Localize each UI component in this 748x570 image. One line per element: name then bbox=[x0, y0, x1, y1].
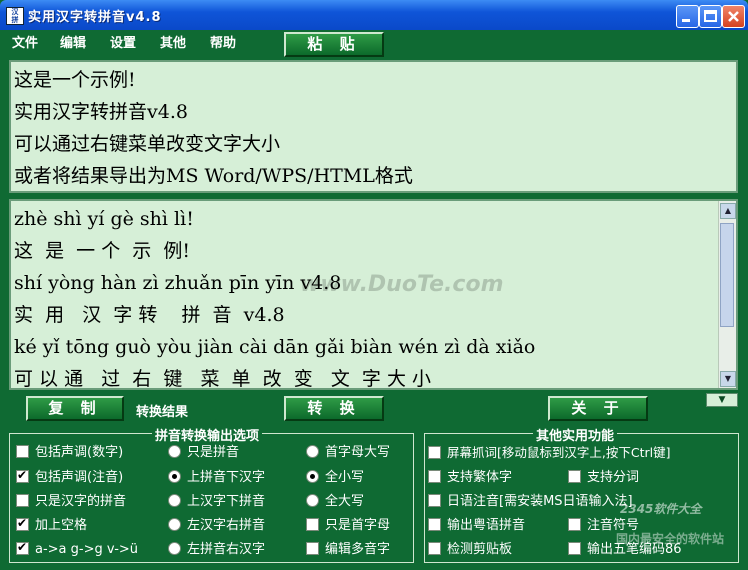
option-all-uppercase[interactable]: 全大写 bbox=[306, 494, 364, 510]
checkbox-checked-icon[interactable] bbox=[16, 515, 29, 531]
checkbox-icon[interactable] bbox=[568, 542, 581, 555]
menu-settings[interactable]: 设置 bbox=[110, 32, 136, 51]
radio-icon[interactable] bbox=[306, 445, 319, 458]
option-traditional[interactable]: 支持繁体字 bbox=[428, 470, 512, 486]
source-line: 这是一个示例! bbox=[14, 69, 136, 91]
checkbox-icon[interactable] bbox=[568, 518, 581, 531]
checkbox-icon[interactable] bbox=[568, 470, 581, 483]
menu-file[interactable]: 文件 bbox=[12, 32, 38, 51]
source-line: 或者将结果导出为MS Word/WPS/HTML格式 bbox=[14, 165, 413, 187]
app-icon[interactable]: 汉拼 bbox=[6, 7, 24, 25]
watermark-safe-site: 国内最安全的软件站 bbox=[616, 532, 725, 546]
option-add-space[interactable]: 加上空格 bbox=[16, 515, 87, 534]
radio-icon[interactable] bbox=[168, 494, 181, 507]
checkbox-icon[interactable] bbox=[306, 518, 319, 531]
other-functions-legend: 其他实用功能 bbox=[533, 425, 618, 444]
window-title: 实用汉字转拼音v4.8 bbox=[28, 10, 162, 25]
menu-other[interactable]: 其他 bbox=[160, 32, 186, 51]
result-line: 这 是 一 个 示 例! bbox=[14, 240, 190, 262]
option-pinyin-left[interactable]: 左拼音右汉字 bbox=[168, 542, 265, 558]
radio-selected-icon[interactable] bbox=[168, 470, 181, 483]
checkbox-icon[interactable] bbox=[306, 542, 319, 555]
menu-edit[interactable]: 编辑 bbox=[60, 32, 86, 51]
maximize-icon bbox=[704, 10, 717, 22]
result-scrollbar[interactable]: ▲ ▼ bbox=[718, 201, 736, 388]
expand-down-icon[interactable]: ▼ bbox=[706, 393, 738, 407]
option-chinese-left[interactable]: 左汉字右拼音 bbox=[168, 518, 265, 534]
option-japanese[interactable]: 日语注音[需安装MS日语输入法] bbox=[428, 494, 633, 510]
option-screen-capture[interactable]: 屏幕抓词[移动鼠标到汉字上,按下Ctrl键] bbox=[428, 445, 670, 461]
scroll-thumb[interactable] bbox=[720, 223, 734, 327]
menu-help[interactable]: 帮助 bbox=[210, 32, 236, 51]
scroll-up-icon[interactable]: ▲ bbox=[720, 203, 736, 219]
option-all-lowercase[interactable]: 全小写 bbox=[306, 470, 364, 486]
option-chinese-only[interactable]: 只是汉字的拼音 bbox=[16, 494, 126, 510]
checkbox-checked-icon[interactable] bbox=[16, 539, 29, 555]
option-tone-mark[interactable]: 包括声调(注音) bbox=[16, 467, 123, 486]
checkbox-icon[interactable] bbox=[428, 494, 441, 507]
checkbox-icon[interactable] bbox=[16, 445, 29, 458]
checkbox-checked-icon[interactable] bbox=[16, 467, 29, 483]
watermark-duote: www.DuoTe.com bbox=[300, 272, 504, 297]
minimize-button[interactable] bbox=[676, 5, 699, 28]
close-button[interactable] bbox=[722, 5, 745, 28]
scroll-down-icon[interactable]: ▼ bbox=[720, 371, 736, 387]
copy-button[interactable]: 复 制 bbox=[26, 396, 124, 421]
pinyin-options-legend: 拼音转换输出选项 bbox=[152, 425, 263, 444]
radio-icon[interactable] bbox=[306, 494, 319, 507]
minimize-icon bbox=[682, 19, 690, 22]
option-capitalize-first[interactable]: 首字母大写 bbox=[306, 445, 390, 461]
option-clipboard-monitor[interactable]: 检测剪贴板 bbox=[428, 542, 512, 558]
checkbox-icon[interactable] bbox=[428, 542, 441, 555]
option-cantonese[interactable]: 输出粤语拼音 bbox=[428, 518, 525, 534]
option-initials-only[interactable]: 只是首字母 bbox=[306, 518, 390, 534]
watermark-2345: 2345软件大全 bbox=[620, 502, 702, 516]
result-line: ké yǐ tōng guò yòu jiàn cài dān gǎi biàn… bbox=[14, 336, 536, 358]
option-pinyin-above[interactable]: 上拼音下汉字 bbox=[168, 470, 265, 486]
option-chinese-above[interactable]: 上汉字下拼音 bbox=[168, 494, 265, 510]
option-edit-polyphones[interactable]: 编辑多音字 bbox=[306, 542, 390, 558]
option-char-replace[interactable]: a->a g->g v->ü bbox=[16, 539, 138, 558]
result-line: 可 以 通 过 右 键 菜 单 改 变 文 字 大 小 bbox=[14, 368, 431, 390]
checkbox-icon[interactable] bbox=[428, 446, 441, 459]
radio-icon[interactable] bbox=[168, 542, 181, 555]
close-icon bbox=[728, 11, 739, 22]
title-bar[interactable]: 汉拼 实用汉字转拼音v4.8 bbox=[0, 0, 748, 30]
option-word-segmentation[interactable]: 支持分词 bbox=[568, 470, 639, 486]
option-tone-number[interactable]: 包括声调(数字) bbox=[16, 445, 123, 461]
checkbox-icon[interactable] bbox=[16, 494, 29, 507]
radio-selected-icon[interactable] bbox=[306, 470, 319, 483]
option-pinyin-only[interactable]: 只是拼音 bbox=[168, 445, 239, 461]
maximize-button[interactable] bbox=[699, 5, 722, 28]
checkbox-icon[interactable] bbox=[428, 518, 441, 531]
convert-result-label: 转换结果 bbox=[136, 405, 189, 420]
source-text-area[interactable]: 这是一个示例! 实用汉字转拼音v4.8 可以通过右键菜单改变文字大小 或者将结果… bbox=[9, 60, 738, 193]
radio-icon[interactable] bbox=[168, 518, 181, 531]
result-line: zhè shì yí gè shì lì! bbox=[14, 208, 194, 230]
result-line: 实 用 汉 字 转 拼 音 v4.8 bbox=[14, 304, 285, 326]
source-line: 可以通过右键菜单改变文字大小 bbox=[14, 133, 281, 155]
paste-button[interactable]: 粘 贴 bbox=[284, 32, 384, 57]
checkbox-icon[interactable] bbox=[428, 470, 441, 483]
app-window: 汉拼 实用汉字转拼音v4.8 文件 编辑 设置 其他 帮助 粘 贴 这是一个示例… bbox=[0, 0, 748, 570]
radio-icon[interactable] bbox=[168, 445, 181, 458]
about-button[interactable]: 关 于 bbox=[548, 396, 648, 421]
convert-button[interactable]: 转 换 bbox=[284, 396, 384, 421]
source-line: 实用汉字转拼音v4.8 bbox=[14, 101, 188, 123]
